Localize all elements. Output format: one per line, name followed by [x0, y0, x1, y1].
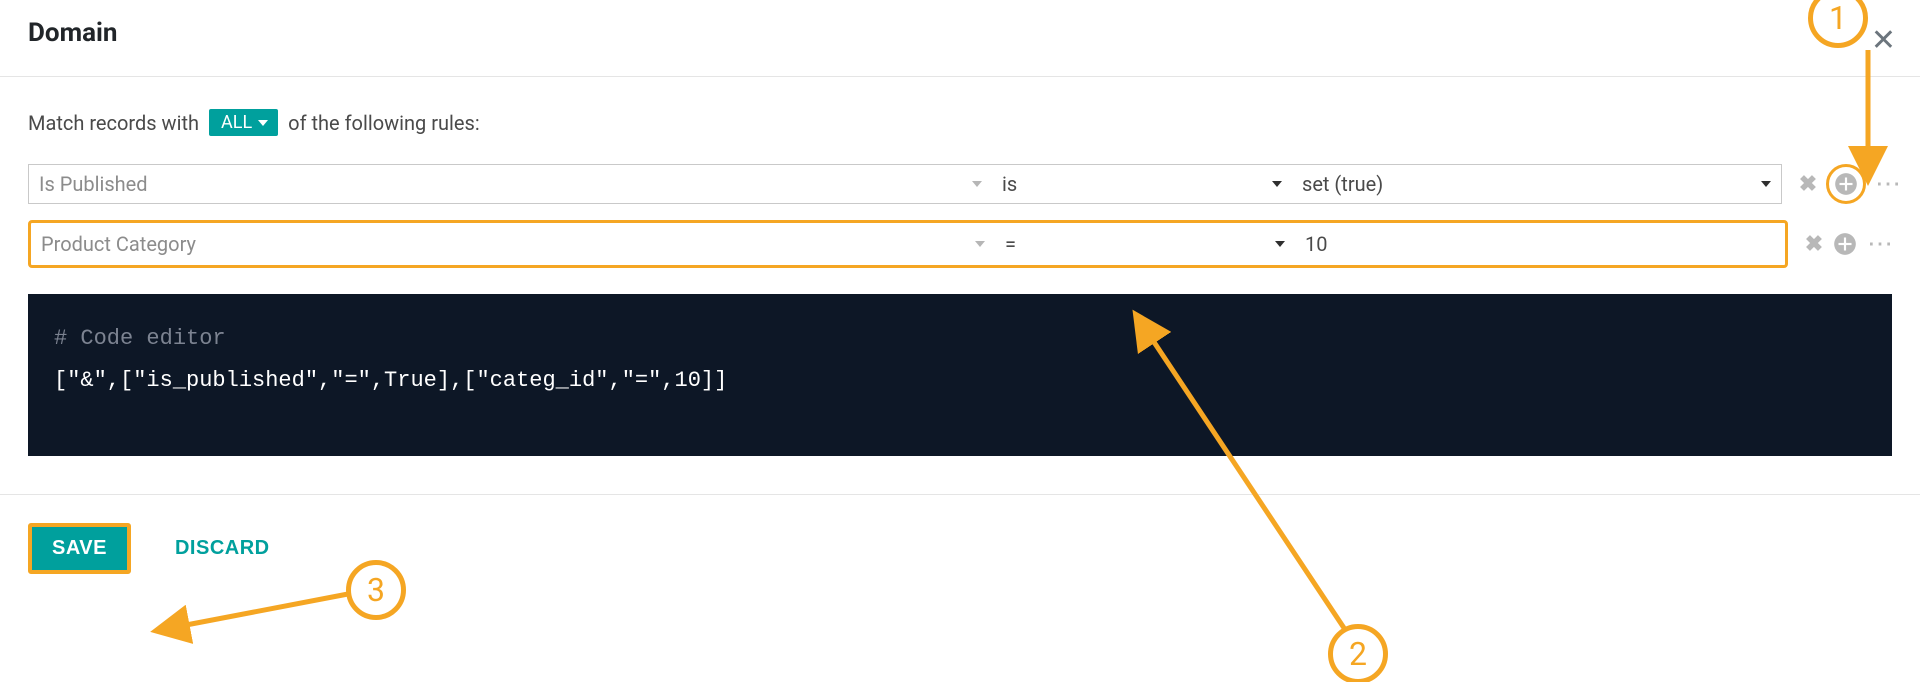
caret-down-icon	[1761, 181, 1771, 187]
save-button[interactable]: SAVE	[32, 527, 127, 570]
rule-row: Is Published is set (true) ✖ ⋯	[28, 164, 1892, 204]
close-icon[interactable]: ✕	[1871, 26, 1896, 56]
rule-value-value: 10	[1305, 232, 1327, 256]
match-intro-suffix: of the following rules:	[288, 111, 480, 135]
match-mode-dropdown[interactable]: ALL	[209, 109, 278, 136]
dialog-title: Domain	[28, 18, 1892, 48]
rule-actions: ✖ ⋯	[1782, 164, 1908, 204]
rule-operator-select[interactable]: =	[995, 224, 1295, 264]
dialog-footer: SAVE DISCARD	[0, 494, 1920, 602]
code-editor[interactable]: # Code editor ["&",["is_published","=",T…	[28, 294, 1892, 456]
highlighted-save-box: SAVE	[28, 523, 131, 574]
dialog-body: Match records with ALL of the following …	[0, 77, 1920, 488]
delete-rule-icon[interactable]: ✖	[1794, 172, 1822, 197]
match-intro-prefix: Match records with	[28, 111, 199, 135]
rule-row: Product Category = 10 ✖ ⋯	[28, 220, 1892, 268]
dialog-header: Domain ✕	[0, 0, 1920, 77]
annotation-callout-2: 2	[1328, 624, 1388, 682]
more-options-icon[interactable]: ⋯	[1862, 229, 1900, 259]
rule-field-value: Product Category	[41, 232, 196, 256]
delete-rule-icon[interactable]: ✖	[1800, 232, 1828, 257]
rule-value-select[interactable]: set (true)	[1292, 164, 1782, 204]
caret-down-icon	[975, 241, 985, 247]
discard-button[interactable]: DISCARD	[155, 527, 290, 570]
rule-value-input[interactable]: 10	[1295, 224, 1785, 264]
code-body: ["&",["is_published","=",True],["categ_i…	[54, 360, 1866, 402]
rule-operator-select[interactable]: is	[992, 164, 1292, 204]
caret-down-icon	[258, 120, 268, 126]
rule-actions: ✖ ⋯	[1788, 229, 1900, 259]
match-mode-label: ALL	[221, 112, 252, 133]
match-intro: Match records with ALL of the following …	[28, 109, 1892, 136]
add-rule-icon[interactable]	[1826, 164, 1866, 204]
code-comment: # Code editor	[54, 318, 1866, 360]
rule-operator-value: =	[1005, 232, 1016, 256]
rule-value-value: set (true)	[1302, 172, 1383, 196]
caret-down-icon	[972, 181, 982, 187]
rule-field-select[interactable]: Is Published	[28, 164, 992, 204]
add-rule-icon[interactable]	[1832, 231, 1858, 257]
rule-field-value: Is Published	[39, 172, 148, 196]
highlighted-rule-box: Product Category = 10	[28, 220, 1788, 268]
caret-down-icon	[1272, 181, 1282, 187]
caret-down-icon	[1275, 241, 1285, 247]
rule-field-select[interactable]: Product Category	[31, 224, 995, 264]
rule-operator-value: is	[1002, 172, 1017, 196]
more-options-icon[interactable]: ⋯	[1870, 169, 1908, 199]
